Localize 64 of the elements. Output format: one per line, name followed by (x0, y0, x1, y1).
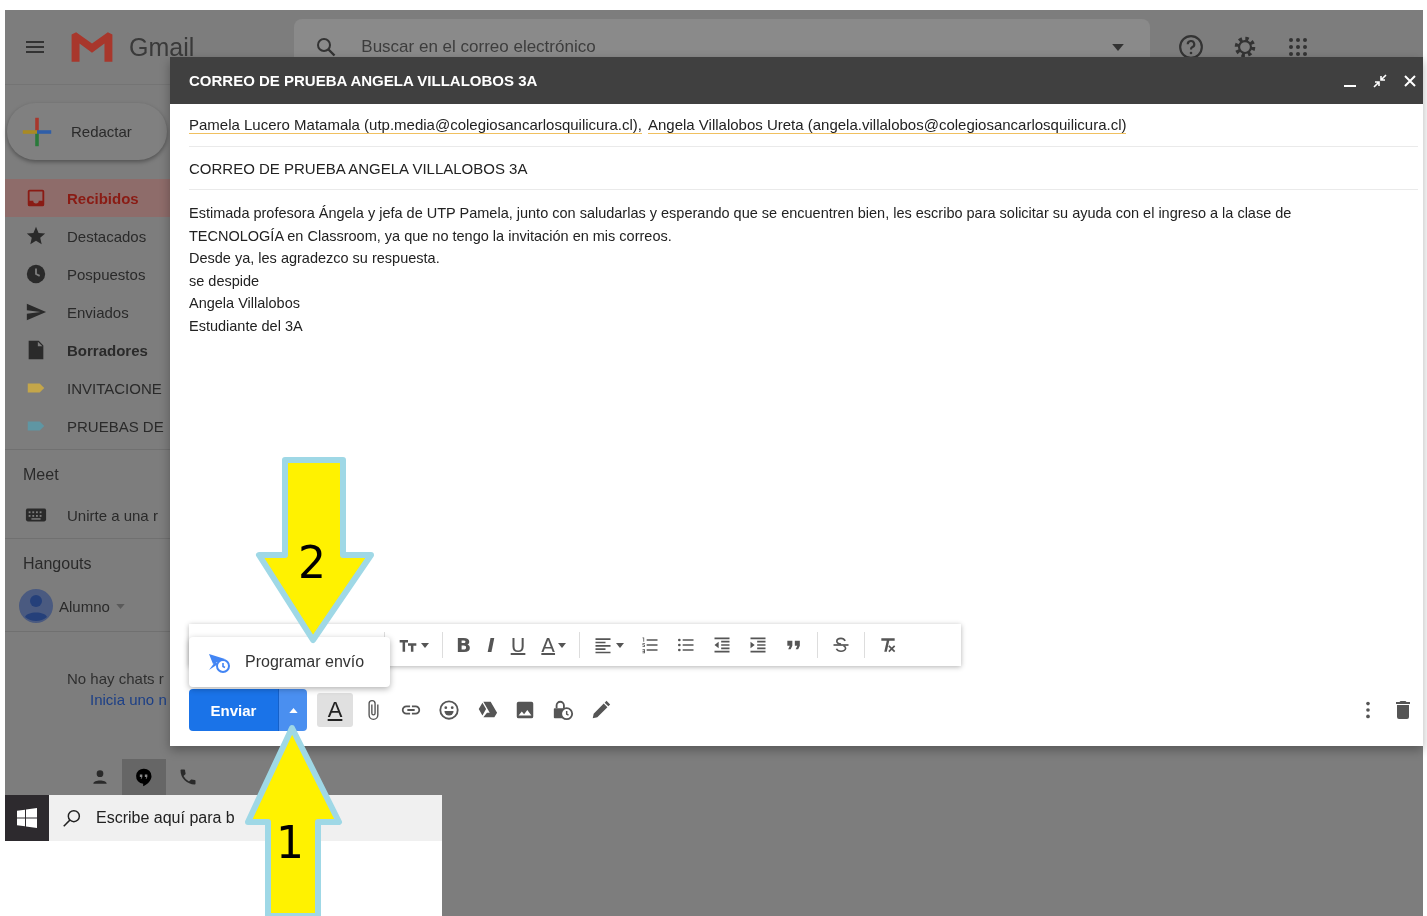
message-paragraph: se despide (189, 271, 261, 291)
italic-format-button[interactable]: I (479, 630, 503, 660)
section-title: Hangouts (23, 554, 92, 574)
chat-tab[interactable] (122, 759, 166, 795)
meet-join-link[interactable]: Unirte a una r (67, 506, 158, 524)
gmail-logo-icon (69, 30, 115, 64)
section-title: Meet (23, 465, 59, 485)
sidebar-item[interactable]: Enviados (5, 293, 170, 331)
text-format-button[interactable]: A (317, 693, 353, 727)
message-paragraph: Desde ya, les agradezco su respuesta. (189, 249, 441, 268)
subject-field[interactable]: CORREO DE PRUEBA ANGELA VILLALOBOS 3A (189, 159, 528, 177)
plus-icon (21, 115, 53, 148)
outdent-icon (712, 635, 733, 655)
send-button[interactable]: Enviar (189, 689, 278, 731)
indent-icon (748, 635, 769, 655)
schedule-send-menu-item[interactable]: Programar envío (189, 637, 390, 687)
recipient-chip[interactable]: Angela Villalobos Ureta (angela.villalobos@colegiosancarlosquilicura.cl) (647, 116, 1127, 134)
smiley-icon (438, 699, 460, 721)
start-button[interactable] (5, 795, 49, 841)
sidebar-item[interactable]: Borradores (5, 331, 170, 369)
sidebar-item[interactable]: Destacados (5, 217, 170, 255)
send-options-button[interactable] (278, 689, 307, 731)
recipient-chip[interactable]: Pamela Lucero Matamala (utp.media@colegiosancarlosquilicura.cl), (189, 116, 642, 134)
close-icon[interactable] (1403, 73, 1417, 88)
phone-icon (178, 767, 198, 787)
search-icon (61, 807, 83, 829)
compose-button[interactable]: Redactar (7, 103, 167, 160)
caret-icon (558, 642, 567, 648)
underline-format-button[interactable]: U (502, 630, 534, 660)
step-number: 1 (276, 821, 304, 865)
hangouts-icon (134, 767, 154, 787)
align-left-icon (593, 635, 614, 655)
send-icon (25, 301, 47, 323)
compose-title: CORREO DE PRUEBA ANGELA VILLALOBOS 3A (189, 72, 539, 89)
sidebar-item[interactable]: Pospuestos (5, 255, 170, 293)
bold-format-button[interactable]: B (448, 630, 480, 660)
pen-icon (590, 699, 612, 721)
avatar-icon (19, 589, 53, 623)
message-paragraph: Estimada profesora Ángela y jefa de UTP Pamela, junto con saludarlas y esperando que se encuentren bien, les escribo para solicitar su ayuda con el ingreso a la clase de TECNOLOGÍA en Classroom, ya que no tengo la invitación en mis correos. (189, 204, 1293, 246)
numbered-list-icon (640, 635, 661, 655)
empty-chats-text: No hay chats r (67, 670, 165, 687)
app-name: Gmail (129, 32, 195, 62)
inbox-icon (25, 187, 47, 209)
message-paragraph: Angela Villalobos (189, 294, 301, 313)
dropdown-caret-icon[interactable] (1112, 44, 1125, 51)
color-format-button[interactable]: A (533, 630, 575, 660)
sidebar-item[interactable]: INVITACIONE (5, 369, 170, 407)
exit-full-screen-icon[interactable] (1373, 73, 1387, 88)
clock-icon (25, 263, 47, 285)
star-icon (25, 225, 47, 247)
sidebar-item[interactable]: PRUEBAS DE (5, 407, 170, 445)
step-number: 2 (298, 541, 326, 585)
help-icon[interactable] (1178, 34, 1205, 60)
person-icon (90, 767, 110, 787)
user-name[interactable]: Alumno (59, 597, 110, 615)
image-icon (514, 699, 536, 721)
caret-icon (616, 642, 625, 648)
lock-clock-icon (552, 699, 574, 721)
windows-logo-icon (17, 808, 37, 828)
message-paragraph: Estudiante del 3A (189, 316, 304, 336)
taskbar-search-field[interactable]: Escribe aquí para b (49, 795, 246, 841)
strikethrough-icon (831, 635, 852, 655)
caret-icon (288, 707, 298, 713)
caret-icon (421, 642, 429, 648)
